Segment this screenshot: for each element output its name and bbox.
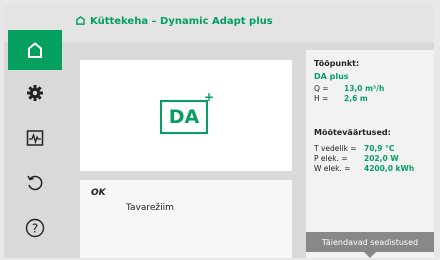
control-mode-tile[interactable]: DA + (80, 60, 292, 171)
page-title: Küttekeha – Dynamic Adapt plus (90, 16, 273, 27)
measurement-value: 202,0 W (364, 154, 399, 163)
measurement-value: 4200,0 kWh (364, 164, 415, 173)
measurement-value: 70,9 °C (364, 144, 395, 153)
info-panel: Tööpunkt: DA plus Q = 13,0 m³/h H = 2,6 … (306, 50, 434, 258)
chevron-down-icon (364, 252, 376, 258)
pump-display: Küttekeha – Dynamic Adapt plus ? DA + OK… (4, 4, 434, 258)
mode-label: DA (168, 106, 200, 128)
head-value: 2,6 m (344, 94, 368, 103)
header-bar: Küttekeha – Dynamic Adapt plus (4, 4, 434, 42)
dynamic-adapt-logo: DA (160, 100, 208, 134)
measurement-label: W elek. = (314, 164, 351, 173)
status-mode: Tavarežiim (126, 203, 174, 213)
status-state: OK (91, 188, 106, 198)
status-tile[interactable]: OK Tavarežiim (80, 180, 292, 258)
home-icon (28, 42, 42, 58)
sidebar-item-restore[interactable] (10, 163, 60, 203)
pulse-monitor-icon (26, 130, 44, 146)
more-settings-button[interactable]: Täiendavad seadistused (306, 232, 434, 252)
operating-mode: DA plus (314, 72, 349, 81)
undo-icon (27, 175, 43, 191)
sidebar-item-help[interactable]: ? (10, 208, 60, 248)
gear-icon (27, 85, 43, 101)
operating-point-title: Tööpunkt: (314, 59, 360, 68)
measurement-label: T vedelik = (314, 144, 357, 153)
sidebar-item-diagnostics[interactable] (10, 118, 60, 158)
measurement-label: P elek. = (314, 154, 348, 163)
help-icon: ? (25, 218, 45, 238)
plus-icon: + (204, 90, 215, 104)
sidebar-item-home[interactable] (8, 30, 62, 70)
measurements-title: Mõõteväärtused: (314, 128, 391, 137)
flow-value: 13,0 m³/h (344, 84, 385, 93)
home-icon (76, 16, 85, 25)
head-label: H = (314, 94, 329, 103)
svg-text:?: ? (32, 222, 38, 236)
sidebar-item-settings[interactable] (10, 73, 60, 113)
sidebar: ? (4, 4, 62, 258)
flow-label: Q = (314, 84, 329, 93)
